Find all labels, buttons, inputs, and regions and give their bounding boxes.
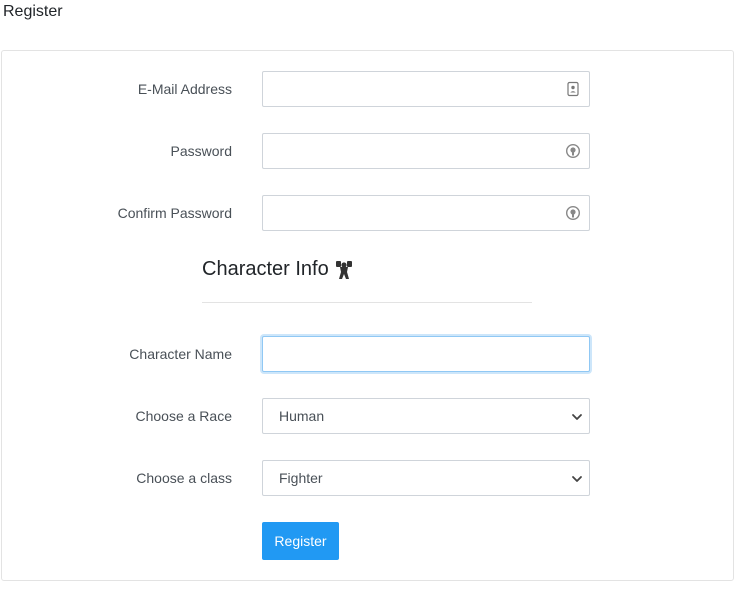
password-label: Password <box>170 143 232 159</box>
page-title: Register <box>3 3 63 20</box>
confirm-password-input[interactable] <box>263 196 577 230</box>
chevron-down-icon <box>572 476 582 482</box>
register-card <box>1 50 734 581</box>
class-selected-value: Fighter <box>279 470 323 486</box>
confirm-password-field[interactable] <box>262 195 590 231</box>
section-divider <box>202 302 532 303</box>
character-info-title: Character Info <box>202 258 329 280</box>
character-name-input[interactable] <box>263 337 577 371</box>
character-info-heading: Character Info <box>202 258 353 281</box>
password-manager-icon[interactable] <box>565 143 581 159</box>
email-label: E-Mail Address <box>137 81 232 97</box>
register-button[interactable]: Register <box>262 522 339 560</box>
class-select[interactable]: Fighter <box>262 460 590 496</box>
password-manager-icon[interactable] <box>565 205 581 221</box>
character-name-field[interactable] <box>262 336 590 372</box>
email-field[interactable] <box>262 71 590 107</box>
password-field[interactable] <box>262 133 590 169</box>
password-input[interactable] <box>263 134 577 168</box>
race-label: Choose a Race <box>135 408 232 424</box>
race-selected-value: Human <box>279 408 325 424</box>
confirm-password-label: Confirm Password <box>117 205 232 221</box>
email-input[interactable] <box>263 72 577 106</box>
chevron-down-icon <box>572 414 582 420</box>
fighter-icon <box>335 260 352 279</box>
character-name-label: Character Name <box>129 346 232 362</box>
class-label: Choose a class <box>136 470 232 486</box>
contact-card-icon[interactable] <box>565 81 581 97</box>
race-select[interactable]: Human <box>262 398 590 434</box>
